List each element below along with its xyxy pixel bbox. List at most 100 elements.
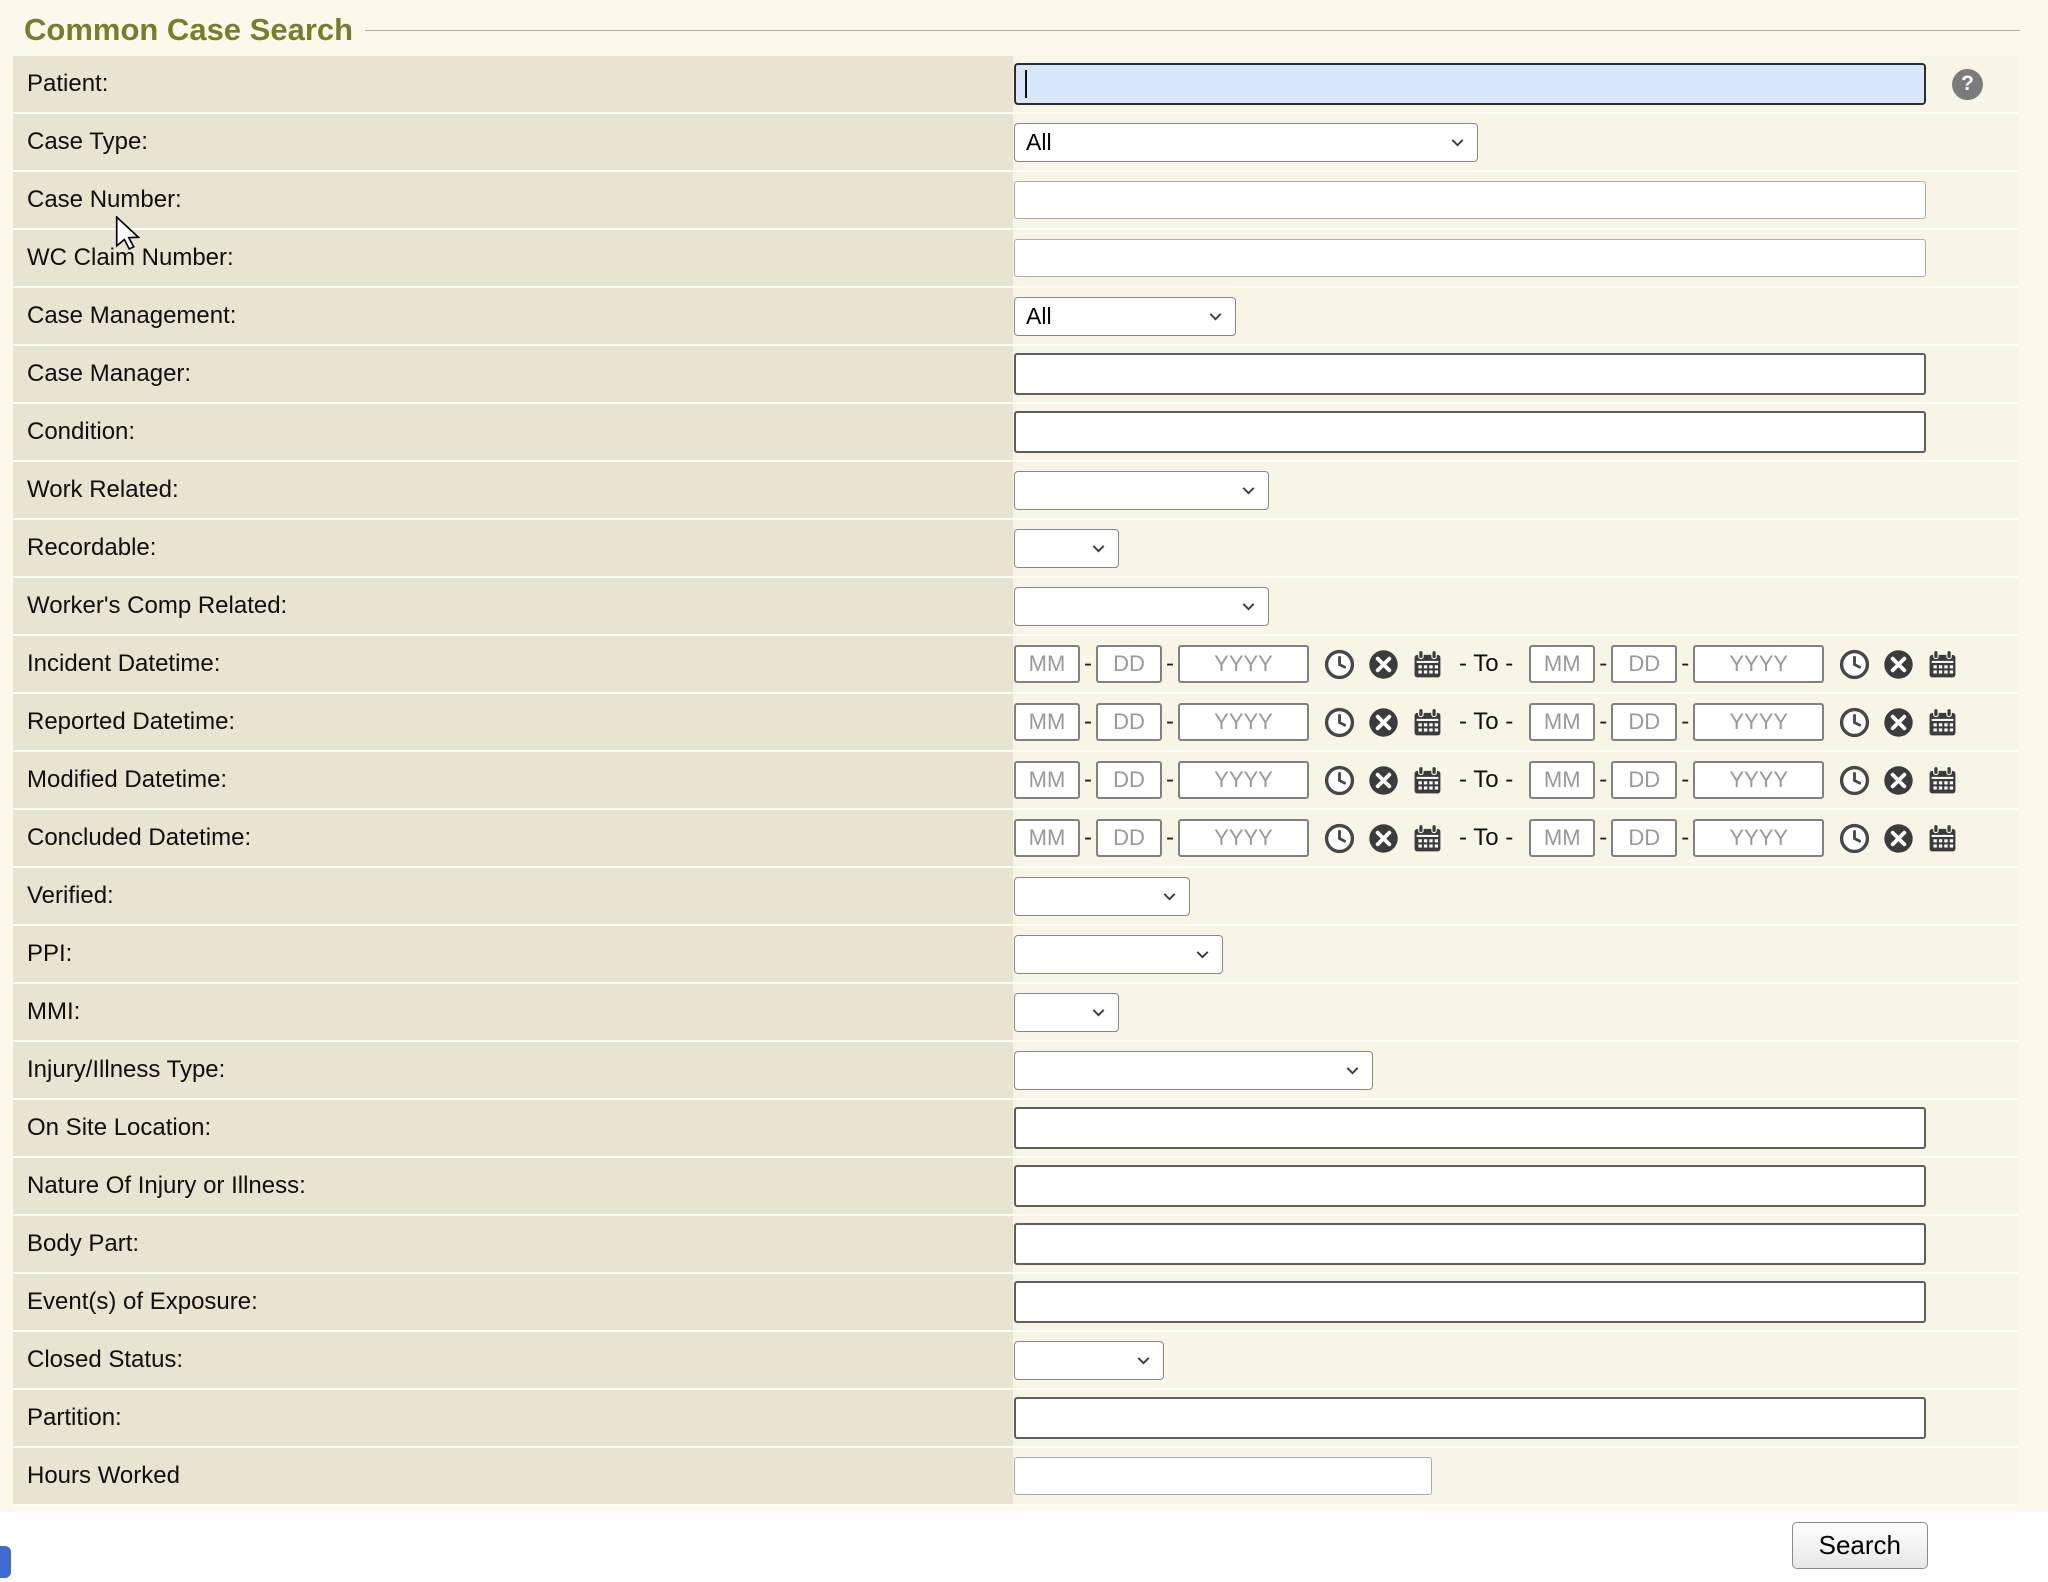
workers-comp-related-select[interactable] bbox=[1014, 587, 1269, 626]
mmi-select[interactable] bbox=[1014, 993, 1119, 1032]
clear-date-icon[interactable] bbox=[1883, 649, 1914, 680]
recordable-select[interactable] bbox=[1014, 529, 1119, 568]
modified-to-year-input[interactable] bbox=[1693, 761, 1824, 799]
hours-worked-input[interactable] bbox=[1014, 1457, 1432, 1495]
calendar-icon[interactable] bbox=[1412, 823, 1443, 854]
to-separator: - To - bbox=[1459, 650, 1513, 678]
closed-status-label: Closed Status: bbox=[13, 1332, 1013, 1388]
case-number-input[interactable] bbox=[1014, 181, 1926, 219]
date-dash: - bbox=[1166, 650, 1174, 678]
date-dash: - bbox=[1681, 824, 1689, 852]
case-management-select[interactable]: All bbox=[1014, 297, 1236, 336]
time-picker-icon[interactable] bbox=[1839, 765, 1870, 796]
time-picker-icon[interactable] bbox=[1839, 707, 1870, 738]
clear-date-icon[interactable] bbox=[1368, 707, 1399, 738]
reported-from-month-input[interactable] bbox=[1014, 703, 1080, 741]
case-manager-input[interactable] bbox=[1014, 353, 1926, 395]
concluded-to-month-input[interactable] bbox=[1529, 819, 1595, 857]
concluded-to-year-input[interactable] bbox=[1693, 819, 1824, 857]
on-site-location-input[interactable] bbox=[1014, 1107, 1926, 1149]
wc-claim-number-input[interactable] bbox=[1014, 239, 1926, 277]
closed-status-select[interactable] bbox=[1014, 1341, 1164, 1380]
reported-to-day-input[interactable] bbox=[1611, 703, 1677, 741]
clear-date-icon[interactable] bbox=[1368, 823, 1399, 854]
help-icon[interactable]: ? bbox=[1952, 69, 1983, 100]
injury-illness-type-select[interactable] bbox=[1014, 1051, 1373, 1090]
case-management-label: Case Management: bbox=[13, 288, 1013, 344]
calendar-icon[interactable] bbox=[1927, 707, 1958, 738]
date-dash: - bbox=[1681, 708, 1689, 736]
reported-datetime-label: Reported Datetime: bbox=[13, 694, 1013, 750]
incident-from-day-input[interactable] bbox=[1096, 645, 1162, 683]
modified-from-year-input[interactable] bbox=[1178, 761, 1309, 799]
incident-to-day-input[interactable] bbox=[1611, 645, 1677, 683]
row-ppi: PPI: bbox=[13, 926, 2018, 984]
time-picker-icon[interactable] bbox=[1839, 649, 1870, 680]
modified-to-date-group: - - bbox=[1529, 761, 1958, 799]
time-picker-icon[interactable] bbox=[1324, 649, 1355, 680]
modified-from-month-input[interactable] bbox=[1014, 761, 1080, 799]
chevron-down-icon bbox=[1238, 480, 1259, 501]
row-hours-worked: Hours Worked bbox=[13, 1448, 2018, 1506]
incident-to-month-input[interactable] bbox=[1529, 645, 1595, 683]
patient-label: Patient: bbox=[13, 56, 1013, 112]
nature-of-injury-input[interactable] bbox=[1014, 1165, 1926, 1207]
calendar-icon[interactable] bbox=[1412, 649, 1443, 680]
modified-from-day-input[interactable] bbox=[1096, 761, 1162, 799]
calendar-icon[interactable] bbox=[1927, 765, 1958, 796]
search-button[interactable]: Search bbox=[1792, 1522, 1928, 1569]
row-workers-comp-related: Worker's Comp Related: bbox=[13, 578, 2018, 636]
concluded-to-day-input[interactable] bbox=[1611, 819, 1677, 857]
time-picker-icon[interactable] bbox=[1324, 765, 1355, 796]
concluded-from-month-input[interactable] bbox=[1014, 819, 1080, 857]
body-part-input[interactable] bbox=[1014, 1223, 1926, 1265]
modified-to-day-input[interactable] bbox=[1611, 761, 1677, 799]
incident-from-year-input[interactable] bbox=[1178, 645, 1309, 683]
clear-date-icon[interactable] bbox=[1368, 765, 1399, 796]
patient-input-wrap bbox=[1014, 63, 1926, 105]
chevron-down-icon bbox=[1133, 1350, 1154, 1371]
time-picker-icon[interactable] bbox=[1324, 823, 1355, 854]
time-picker-icon[interactable] bbox=[1839, 823, 1870, 854]
clear-date-icon[interactable] bbox=[1883, 765, 1914, 796]
reported-from-year-input[interactable] bbox=[1178, 703, 1309, 741]
row-nature-of-injury: Nature Of Injury or Illness: bbox=[13, 1158, 2018, 1216]
reported-from-day-input[interactable] bbox=[1096, 703, 1162, 741]
incident-from-month-input[interactable] bbox=[1014, 645, 1080, 683]
search-form: Patient: ? Case Type: All bbox=[13, 56, 2018, 1506]
reported-to-year-input[interactable] bbox=[1693, 703, 1824, 741]
reported-to-month-input[interactable] bbox=[1529, 703, 1595, 741]
row-recordable: Recordable: bbox=[13, 520, 2018, 578]
case-type-label: Case Type: bbox=[13, 114, 1013, 170]
time-picker-icon[interactable] bbox=[1324, 707, 1355, 738]
row-condition: Condition: bbox=[13, 404, 2018, 462]
incident-to-year-input[interactable] bbox=[1693, 645, 1824, 683]
concluded-from-day-input[interactable] bbox=[1096, 819, 1162, 857]
date-dash: - bbox=[1166, 708, 1174, 736]
ppi-select[interactable] bbox=[1014, 935, 1223, 974]
chevron-down-icon bbox=[1159, 886, 1180, 907]
calendar-icon[interactable] bbox=[1927, 649, 1958, 680]
incident-from-date-group: - - bbox=[1014, 645, 1443, 683]
calendar-icon[interactable] bbox=[1412, 765, 1443, 796]
clear-date-icon[interactable] bbox=[1883, 823, 1914, 854]
calendar-icon[interactable] bbox=[1927, 823, 1958, 854]
row-concluded-datetime: Concluded Datetime: - - - To - bbox=[13, 810, 2018, 868]
condition-input[interactable] bbox=[1014, 411, 1926, 453]
events-of-exposure-input[interactable] bbox=[1014, 1281, 1926, 1323]
modified-from-date-group: - - bbox=[1014, 761, 1443, 799]
work-related-select[interactable] bbox=[1014, 471, 1269, 510]
clear-date-icon[interactable] bbox=[1368, 649, 1399, 680]
calendar-icon[interactable] bbox=[1412, 707, 1443, 738]
verified-select[interactable] bbox=[1014, 877, 1190, 916]
date-dash: - bbox=[1599, 708, 1607, 736]
case-type-select[interactable]: All bbox=[1014, 123, 1478, 162]
partition-input[interactable] bbox=[1014, 1397, 1926, 1439]
incident-datetime-label: Incident Datetime: bbox=[13, 636, 1013, 692]
clear-date-icon[interactable] bbox=[1883, 707, 1914, 738]
body-part-label: Body Part: bbox=[13, 1216, 1013, 1272]
concluded-from-year-input[interactable] bbox=[1178, 819, 1309, 857]
modified-to-month-input[interactable] bbox=[1529, 761, 1595, 799]
patient-input[interactable] bbox=[1014, 63, 1926, 105]
nature-of-injury-label: Nature Of Injury or Illness: bbox=[13, 1158, 1013, 1214]
